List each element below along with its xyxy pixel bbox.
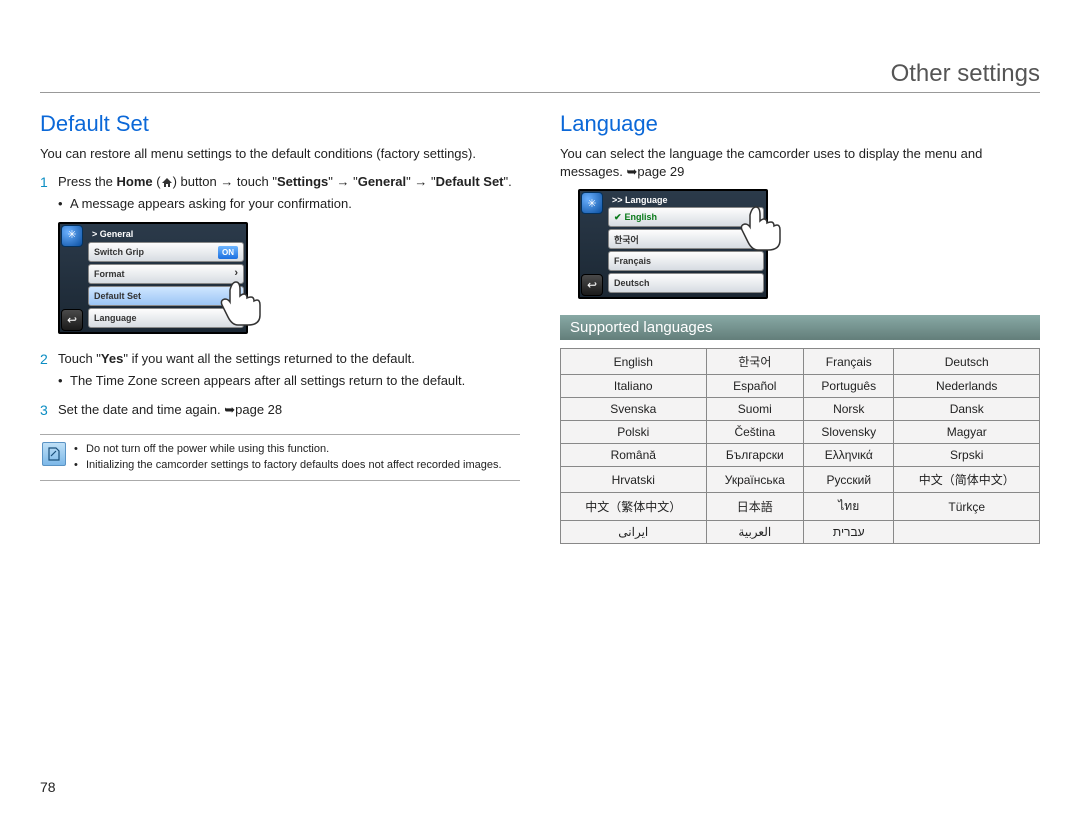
bullet-dot: • [74,458,86,473]
language-cell: Suomi [706,398,804,421]
step1-text: Press the Home () button → touch "Settin… [58,174,512,189]
step2-text: Touch "Yes" if you want all the settings… [58,351,415,366]
intro-language: You can select the language the camcorde… [560,145,1040,181]
left-column: Default Set You can restore all menu set… [40,111,520,544]
language-cell: Nederlands [894,375,1040,398]
language-cell: 中文（简体中文） [894,467,1040,493]
language-cell: Dansk [894,398,1040,421]
on-badge: ON [218,246,238,259]
lcd-row-korean: 한국어 [608,229,764,249]
arrow-icon: → [414,173,427,191]
page-number: 78 [40,779,56,795]
check-icon: ✔ [614,212,622,223]
language-cell: 中文（繁体中文） [561,493,707,521]
crossref-icon: ➥ [224,401,235,419]
crossref-icon: ➥ [626,163,637,181]
step3-text: Set the date and time again. ➥page 28 [58,402,282,417]
lcd-language: ✳ ↩ >> Language ✔ English 한국어 Françai [578,189,768,299]
language-cell: Français [804,349,894,375]
language-cell: العربية [706,521,804,544]
lcd-row-format: Format › [88,264,244,284]
language-cell: ایرانی [561,521,707,544]
lcd-row-english: ✔ English [608,207,764,227]
globe-icon: ✳ [61,225,83,247]
globe-icon: ✳ [581,192,603,214]
page-title: Other settings [40,60,1040,93]
intro-default-set: You can restore all menu settings to the… [40,145,520,163]
right-column: Language You can select the language the… [560,111,1040,544]
step2-bullet: The Time Zone screen appears after all s… [70,372,465,390]
bullet-dot: • [74,442,86,457]
language-cell: עברית [804,521,894,544]
language-cell: Español [706,375,804,398]
language-cell: Ελληνικά [804,444,894,467]
supported-languages-heading: Supported languages [560,315,1040,340]
language-cell: Hrvatski [561,467,707,493]
language-cell: Čeština [706,421,804,444]
language-cell: Deutsch [894,349,1040,375]
bullet-dot: • [58,372,70,390]
language-cell [894,521,1040,544]
bullet-dot: • [58,195,70,213]
step-number-1: 1 [40,173,58,193]
chevron-right-icon: › [234,310,238,325]
language-cell: Polski [561,421,707,444]
language-cell: Slovensky [804,421,894,444]
language-cell: ไทย [804,493,894,521]
language-cell: Svenska [561,398,707,421]
language-cell: Norsk [804,398,894,421]
heading-default-set: Default Set [40,111,520,137]
lcd-row-default-set: Default Set › [88,286,244,306]
language-cell: Română [561,444,707,467]
language-cell: Português [804,375,894,398]
lcd-row-switch-grip: Switch Grip ON [88,242,244,262]
language-cell: 日本語 [706,493,804,521]
language-cell: 한국어 [706,349,804,375]
arrow-icon: → [336,173,349,191]
heading-language: Language [560,111,1040,137]
language-cell: Italiano [561,375,707,398]
note-1: Do not turn off the power while using th… [86,442,329,457]
step-number-3: 3 [40,401,58,421]
note-2: Initializing the camcorder settings to f… [86,458,502,473]
lcd1-breadcrumb: > General [88,226,244,243]
language-cell: Български [706,444,804,467]
note-icon [42,442,66,466]
language-table: English한국어FrançaisDeutsch ItalianoEspañol… [560,348,1040,544]
lcd-general: ✳ ↩ > General Switch Grip ON [58,222,248,335]
language-cell: Türkçe [894,493,1040,521]
note-box: •Do not turn off the power while using t… [40,434,520,481]
language-cell: Русский [804,467,894,493]
language-cell: English [561,349,707,375]
chevron-right-icon: › [234,266,238,281]
back-icon: ↩ [61,309,83,331]
lcd2-breadcrumb: >> Language [608,193,764,207]
lcd-row-language: Language › [88,308,244,328]
back-icon: ↩ [581,274,603,296]
language-cell: Srpski [894,444,1040,467]
lcd-row-deutsch: Deutsch [608,273,764,293]
language-cell: Magyar [894,421,1040,444]
step1-bullet: A message appears asking for your confir… [70,195,352,213]
step-number-2: 2 [40,350,58,370]
lcd-row-francais: Français [608,251,764,271]
arrow-icon: → [220,173,233,191]
chevron-right-icon: › [234,288,238,303]
language-cell: Українська [706,467,804,493]
home-icon [161,175,173,193]
